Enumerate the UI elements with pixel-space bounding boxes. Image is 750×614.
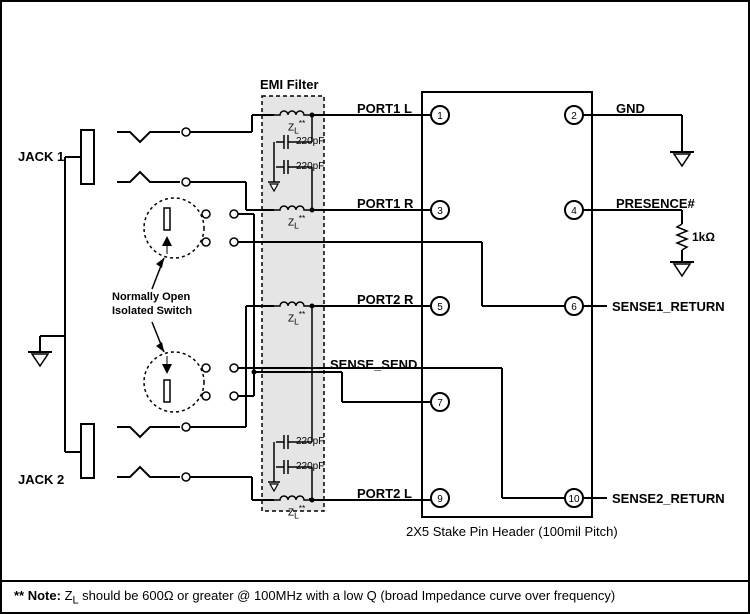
- svg-text:10: 10: [568, 494, 580, 505]
- cap-label-1: 220pF: [296, 136, 324, 147]
- svg-text:6: 6: [571, 302, 577, 313]
- zl-label-4: ZL**: [288, 503, 305, 520]
- cap-label-4: 220pF: [296, 461, 324, 472]
- sense1-return-label: SENSE1_RETURN: [612, 299, 725, 314]
- svg-text:2: 2: [571, 111, 577, 122]
- presence-label: PRESENCE#: [616, 196, 695, 211]
- footnote: ** Note: ZL should be 600Ω or greater @ …: [2, 580, 748, 607]
- resistor-label: 1kΩ: [692, 230, 715, 244]
- jack2-label: JACK 2: [18, 472, 64, 487]
- switch-note-2: Isolated Switch: [112, 305, 192, 317]
- svg-text:7: 7: [437, 398, 443, 409]
- zl-label-3: ZL**: [288, 309, 305, 326]
- jack1-label: JACK 1: [18, 149, 64, 164]
- svg-text:4: 4: [571, 206, 577, 217]
- sense-send-label: SENSE_SEND: [330, 357, 417, 372]
- port2l-label: PORT2 L: [357, 486, 412, 501]
- cap-label-2: 220pF: [296, 161, 324, 172]
- port1r-label: PORT1 R: [357, 196, 413, 211]
- sense2-return-label: SENSE2_RETURN: [612, 491, 725, 506]
- switch-note-1: Normally Open: [112, 291, 190, 303]
- svg-text:9: 9: [437, 494, 443, 505]
- port1l-label: PORT1 L: [357, 101, 412, 116]
- header-caption: 2X5 Stake Pin Header (100mil Pitch): [406, 524, 618, 539]
- svg-text:3: 3: [437, 206, 443, 217]
- svg-text:5: 5: [437, 302, 443, 313]
- svg-text:1: 1: [437, 111, 443, 122]
- cap-label-3: 220pF: [296, 436, 324, 447]
- zl-label-2: ZL**: [288, 213, 305, 230]
- zl-label-1: ZL**: [288, 118, 305, 135]
- port2r-label: PORT2 R: [357, 292, 413, 307]
- emi-filter-title: EMI Filter: [260, 77, 319, 92]
- gnd-label: GND: [616, 101, 645, 116]
- schematic-frame: 1 2 3 4 5 6 7 9 10 JACK 1 JACK 2 EMI Fil…: [0, 0, 750, 614]
